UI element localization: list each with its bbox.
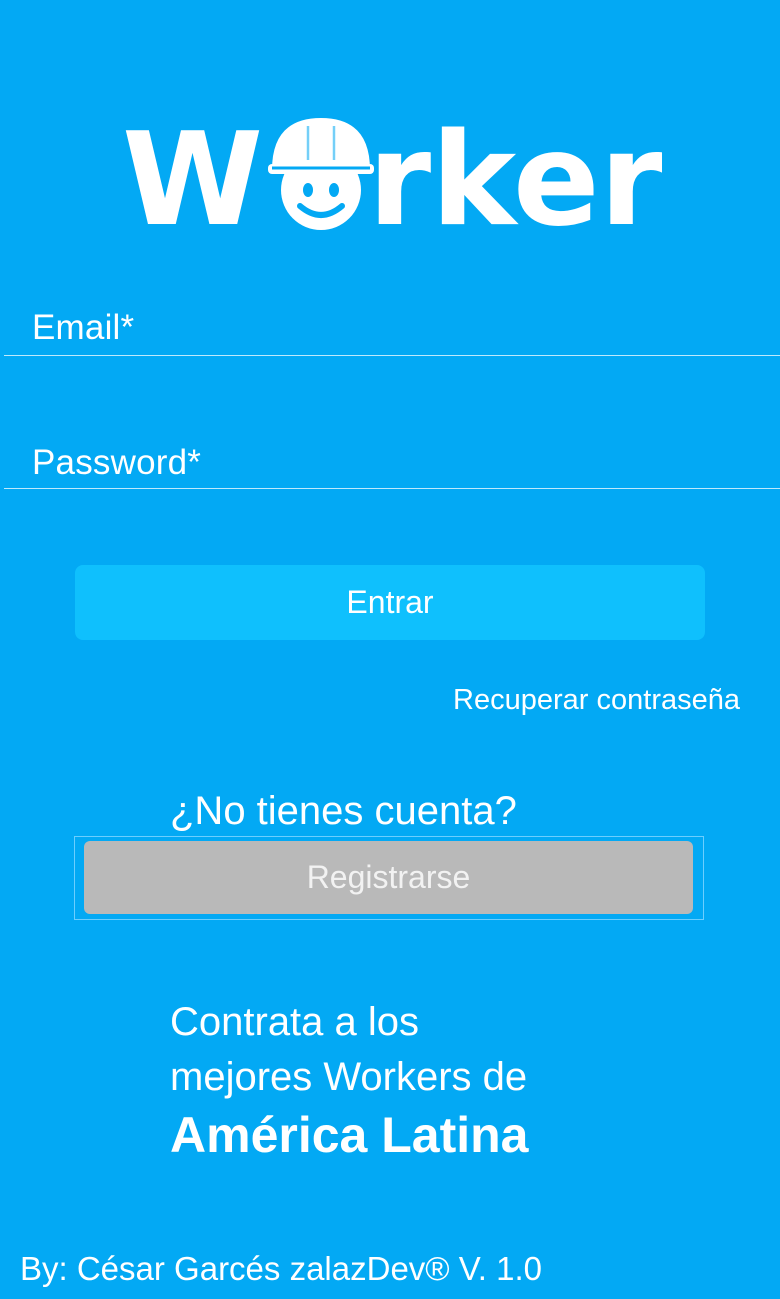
tagline-line-2: mejores Workers de (170, 1055, 528, 1099)
password-field[interactable]: Password* (4, 436, 780, 489)
email-field[interactable]: Email* (4, 300, 780, 356)
tagline-line-3: América Latina (170, 1107, 529, 1163)
footer-credit: By: César Garcés zalazDev® V. 1.0 (20, 1250, 542, 1287)
no-account-prompt: ¿No tienes cuenta? (170, 789, 517, 833)
worker-logo: W rker (122, 112, 662, 242)
svg-text:W: W (122, 112, 263, 242)
recover-password-link[interactable]: Recuperar contraseña (453, 684, 740, 717)
password-label: Password* (32, 443, 202, 482)
email-label: Email* (32, 308, 135, 347)
tagline-line-1: Contrata a los (170, 1000, 420, 1044)
tagline: Contrata a los mejores Workers de Améric… (170, 995, 730, 1165)
svg-text:rker: rker (368, 112, 662, 242)
smiling-worker-helmet-icon (268, 118, 374, 230)
register-button[interactable]: Registrarse (84, 841, 693, 914)
login-button[interactable]: Entrar (75, 565, 705, 640)
register-button-frame: Registrarse (74, 836, 704, 920)
